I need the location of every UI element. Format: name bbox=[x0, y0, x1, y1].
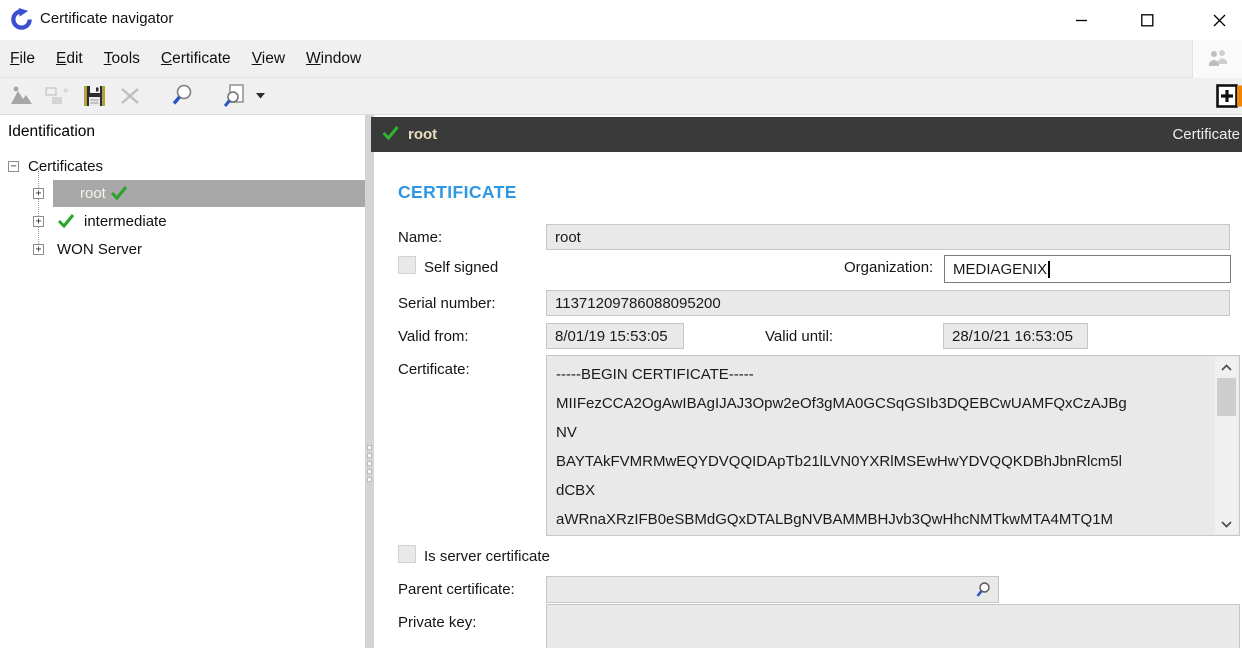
toolbar bbox=[0, 78, 1242, 115]
tree-selection: root bbox=[53, 180, 365, 207]
certificate-form: CERTIFICATE Name: root Self signed Organ… bbox=[374, 152, 1242, 648]
window-title: Certificate navigator bbox=[40, 10, 173, 27]
valid-check-icon bbox=[57, 213, 75, 233]
lookup-magnifier-icon[interactable] bbox=[974, 581, 992, 599]
search-dropdown-caret-icon[interactable] bbox=[254, 81, 266, 111]
tree-node-intermediate[interactable]: intermediate bbox=[0, 208, 365, 235]
is-server-label: Is server certificate bbox=[424, 548, 550, 565]
organization-label: Organization: bbox=[844, 259, 933, 276]
text-cursor bbox=[1048, 261, 1050, 278]
vertical-scrollbar[interactable] bbox=[1215, 357, 1238, 534]
expand-icon[interactable] bbox=[33, 244, 44, 255]
menu-certificate[interactable]: Certificate bbox=[161, 50, 231, 68]
search-document-icon[interactable] bbox=[218, 81, 250, 111]
expand-icon[interactable] bbox=[33, 216, 44, 227]
valid-until-label: Valid until: bbox=[765, 328, 833, 345]
self-signed-checkbox[interactable] bbox=[398, 256, 416, 274]
scroll-up-icon[interactable] bbox=[1215, 357, 1238, 377]
maximize-button[interactable] bbox=[1124, 0, 1170, 40]
scroll-down-icon[interactable] bbox=[1215, 514, 1238, 534]
collapse-icon[interactable] bbox=[8, 161, 19, 172]
serial-number-field[interactable]: 11371209786088095200 bbox=[546, 290, 1230, 316]
panel-type-label: Certificate bbox=[1172, 126, 1240, 143]
delete-icon[interactable] bbox=[114, 81, 146, 111]
valid-check-icon bbox=[110, 185, 128, 205]
private-key-label: Private key: bbox=[398, 614, 476, 631]
menu-window[interactable]: Window bbox=[306, 50, 361, 68]
main-area: Identification Certificates root bbox=[0, 115, 1242, 648]
scrollbar-thumb[interactable] bbox=[1217, 378, 1236, 416]
tree-node-root[interactable]: root bbox=[0, 180, 365, 207]
add-panel-icon[interactable] bbox=[1216, 82, 1242, 110]
certificates-pair-icon[interactable] bbox=[42, 81, 74, 111]
menu-view[interactable]: View bbox=[252, 50, 285, 68]
identification-sidebar: Identification Certificates root bbox=[0, 115, 365, 648]
menu-file[interactable]: File bbox=[10, 50, 35, 68]
picture-icon[interactable] bbox=[6, 81, 38, 111]
organization-field[interactable]: MEDIAGENIX bbox=[944, 255, 1231, 283]
app-icon bbox=[10, 8, 33, 31]
close-button[interactable] bbox=[1196, 0, 1242, 40]
certificate-text: -----BEGIN CERTIFICATE----- MIIFezCCA2Og… bbox=[547, 356, 1213, 535]
detail-panel: root Certificate CERTIFICATE Name: root … bbox=[374, 115, 1242, 648]
sidebar-header: Identification bbox=[8, 123, 95, 141]
parent-certificate-field[interactable] bbox=[546, 576, 999, 603]
tree-node-certificates[interactable]: Certificates bbox=[0, 153, 365, 180]
splitter-grip-icon bbox=[367, 445, 372, 485]
self-signed-label: Self signed bbox=[424, 259, 498, 276]
expand-icon[interactable] bbox=[33, 188, 44, 199]
valid-from-label: Valid from: bbox=[398, 328, 469, 345]
private-key-field[interactable] bbox=[546, 604, 1240, 648]
tree-node-won-server[interactable]: WON Server bbox=[0, 236, 365, 263]
title-bar: Certificate navigator bbox=[0, 0, 1242, 40]
name-label: Name: bbox=[398, 229, 442, 246]
valid-until-field[interactable]: 28/10/21 16:53:05 bbox=[943, 323, 1088, 349]
certificate-textarea[interactable]: -----BEGIN CERTIFICATE----- MIIFezCCA2Og… bbox=[546, 355, 1240, 536]
section-title: CERTIFICATE bbox=[398, 182, 517, 203]
panel-splitter[interactable] bbox=[365, 115, 374, 648]
menu-tools[interactable]: Tools bbox=[104, 50, 140, 68]
minimize-button[interactable] bbox=[1059, 0, 1105, 40]
name-field[interactable]: root bbox=[546, 224, 1230, 250]
is-server-checkbox[interactable] bbox=[398, 545, 416, 563]
serial-number-label: Serial number: bbox=[398, 295, 496, 312]
valid-check-icon bbox=[381, 125, 400, 145]
panel-header: root Certificate bbox=[371, 117, 1242, 152]
search-icon[interactable] bbox=[166, 81, 198, 111]
valid-from-field[interactable]: 8/01/19 15:53:05 bbox=[546, 323, 684, 349]
menu-bar: File Edit Tools Certificate View Window bbox=[0, 40, 1242, 78]
save-icon[interactable] bbox=[78, 81, 110, 111]
parent-certificate-label: Parent certificate: bbox=[398, 581, 515, 598]
certificate-label: Certificate: bbox=[398, 361, 470, 378]
panel-title: root bbox=[408, 126, 437, 143]
group-icon bbox=[1192, 40, 1242, 78]
menu-edit[interactable]: Edit bbox=[56, 50, 83, 68]
